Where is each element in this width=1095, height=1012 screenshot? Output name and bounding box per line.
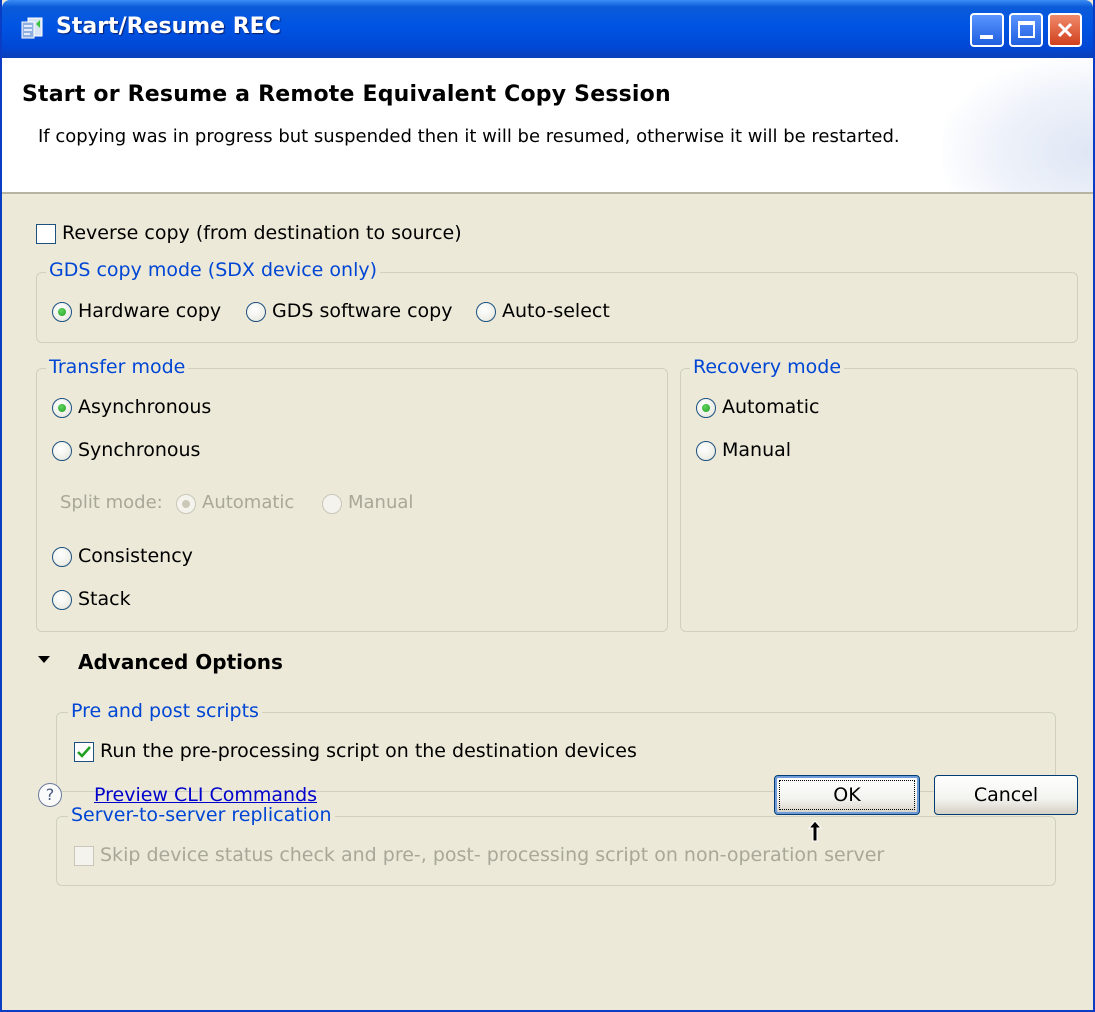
recovery-automatic-label[interactable]: Automatic: [722, 396, 819, 418]
gds-software-copy-label[interactable]: GDS software copy: [272, 300, 452, 322]
consistency-radio[interactable]: [52, 547, 72, 567]
pre-processing-checkbox[interactable]: [74, 742, 94, 762]
server-replication-legend: Server-to-server replication: [68, 804, 335, 826]
recovery-mode-legend: Recovery mode: [690, 356, 845, 378]
recovery-manual-radio[interactable]: [696, 441, 716, 461]
transfer-mode-legend: Transfer mode: [46, 356, 189, 378]
hardware-copy-label[interactable]: Hardware copy: [78, 300, 221, 322]
stack-radio[interactable]: [52, 590, 72, 610]
auto-select-label[interactable]: Auto-select: [502, 300, 610, 322]
pre-post-scripts-legend: Pre and post scripts: [68, 700, 262, 722]
close-icon: [1057, 22, 1073, 38]
mouse-cursor-icon: [808, 820, 822, 842]
minimize-icon: [980, 35, 993, 39]
reverse-copy-checkbox[interactable]: [36, 224, 56, 244]
dialog-description: If copying was in progress but suspended…: [38, 126, 900, 147]
triangle-down-icon[interactable]: [36, 652, 52, 668]
split-mode-label: Split mode:: [60, 492, 163, 513]
recovery-automatic-radio[interactable]: [696, 398, 716, 418]
advanced-options-toggle[interactable]: Advanced Options: [78, 650, 283, 674]
ok-button[interactable]: OK: [774, 775, 920, 815]
split-automatic-radio[interactable]: [176, 494, 196, 514]
window-title: Start/Resume REC: [56, 14, 281, 39]
close-button[interactable]: [1048, 13, 1082, 47]
gds-copy-mode-legend: GDS copy mode (SDX device only): [46, 259, 381, 281]
consistency-label[interactable]: Consistency: [78, 545, 193, 567]
maximize-icon: [1018, 21, 1035, 38]
help-icon[interactable]: ?: [38, 783, 62, 807]
hardware-copy-radio[interactable]: [52, 302, 72, 322]
dialog-heading: Start or Resume a Remote Equivalent Copy…: [22, 82, 671, 107]
header-decoration: [943, 58, 1093, 192]
asynchronous-radio[interactable]: [52, 398, 72, 418]
ok-focus-ring: [779, 780, 915, 810]
stack-label[interactable]: Stack: [78, 588, 131, 610]
recovery-manual-label[interactable]: Manual: [722, 439, 791, 461]
skip-status-check-checkbox[interactable]: [74, 846, 94, 866]
dialog-header: Start or Resume a Remote Equivalent Copy…: [2, 58, 1093, 194]
pre-processing-label[interactable]: Run the pre-processing script on the des…: [100, 740, 637, 762]
minimize-button[interactable]: [970, 13, 1004, 47]
cancel-button-label: Cancel: [973, 784, 1039, 806]
gds-software-copy-radio[interactable]: [246, 302, 266, 322]
synchronous-radio[interactable]: [52, 441, 72, 461]
maximize-button[interactable]: [1009, 13, 1043, 47]
app-icon: [21, 17, 43, 39]
split-manual-label[interactable]: Manual: [348, 492, 413, 513]
skip-status-check-label[interactable]: Skip device status check and pre-, post-…: [100, 844, 884, 866]
dialog-window: Start/Resume REC Start or Resume a Remot…: [0, 0, 1095, 1012]
title-bar[interactable]: Start/Resume REC: [2, 0, 1093, 58]
cancel-button[interactable]: Cancel: [934, 775, 1078, 815]
reverse-copy-label[interactable]: Reverse copy (from destination to source…: [62, 222, 462, 244]
checkmark-icon: [77, 746, 91, 758]
preview-cli-link[interactable]: Preview CLI Commands: [94, 784, 317, 806]
split-manual-radio[interactable]: [322, 494, 342, 514]
auto-select-radio[interactable]: [476, 302, 496, 322]
synchronous-label[interactable]: Synchronous: [78, 439, 200, 461]
asynchronous-label[interactable]: Asynchronous: [78, 396, 211, 418]
split-automatic-label[interactable]: Automatic: [202, 492, 294, 513]
